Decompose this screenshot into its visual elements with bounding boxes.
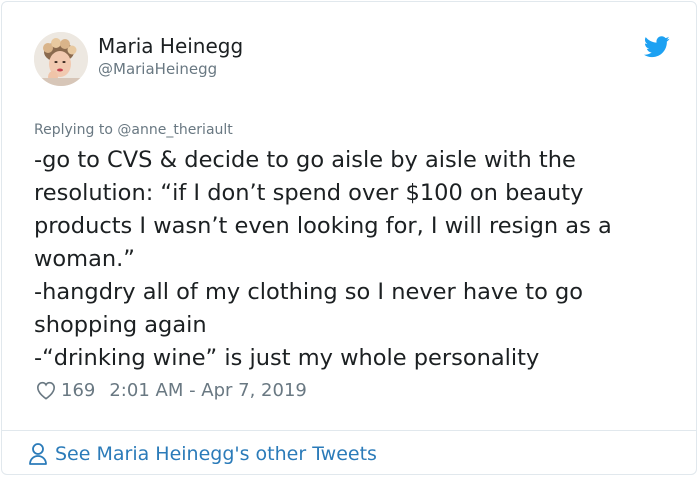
user-display-name[interactable]: Maria Heinegg — [98, 34, 243, 58]
tweet-line: -“drinking wine” is just my whole person… — [34, 345, 540, 371]
replying-to-line: Replying to @anne_theriault — [34, 122, 233, 138]
footer-divider — [2, 430, 696, 431]
tweet-timestamp[interactable]: 2:01 AM - Apr 7, 2019 — [109, 380, 307, 401]
reply-mention-link[interactable]: @anne_theriault — [117, 122, 232, 138]
replying-prefix: Replying to — [34, 122, 113, 138]
tweet-line: woman.” — [34, 246, 135, 272]
see-other-tweets-label[interactable]: See Maria Heinegg's other Tweets — [55, 443, 377, 465]
twitter-bird-icon[interactable] — [644, 36, 670, 58]
user-handle[interactable]: @MariaHeinegg — [98, 60, 217, 78]
person-icon — [29, 443, 47, 465]
tweet-line: resolution: “if I don’t spend over $100 … — [34, 180, 584, 206]
embedded-tweet-card: Maria Heinegg @MariaHeinegg Replying to … — [1, 1, 697, 475]
tweet-line: products I wasn’t even looking for, I wi… — [34, 213, 612, 239]
avatar[interactable] — [34, 32, 88, 86]
see-other-tweets-link[interactable]: See Maria Heinegg's other Tweets — [28, 442, 377, 466]
tweet-line: shopping again — [34, 312, 207, 338]
tweet-line: -hangdry all of my clothing so I never h… — [34, 279, 584, 305]
like-count[interactable]: 169 — [61, 380, 95, 401]
tweet-line: -go to CVS & decide to go aisle by aisle… — [34, 147, 576, 173]
heart-icon[interactable] — [35, 380, 57, 400]
tweet-meta: 169 2:01 AM - Apr 7, 2019 — [35, 378, 307, 402]
tweet-text: -go to CVS & decide to go aisle by aisle… — [34, 144, 664, 375]
